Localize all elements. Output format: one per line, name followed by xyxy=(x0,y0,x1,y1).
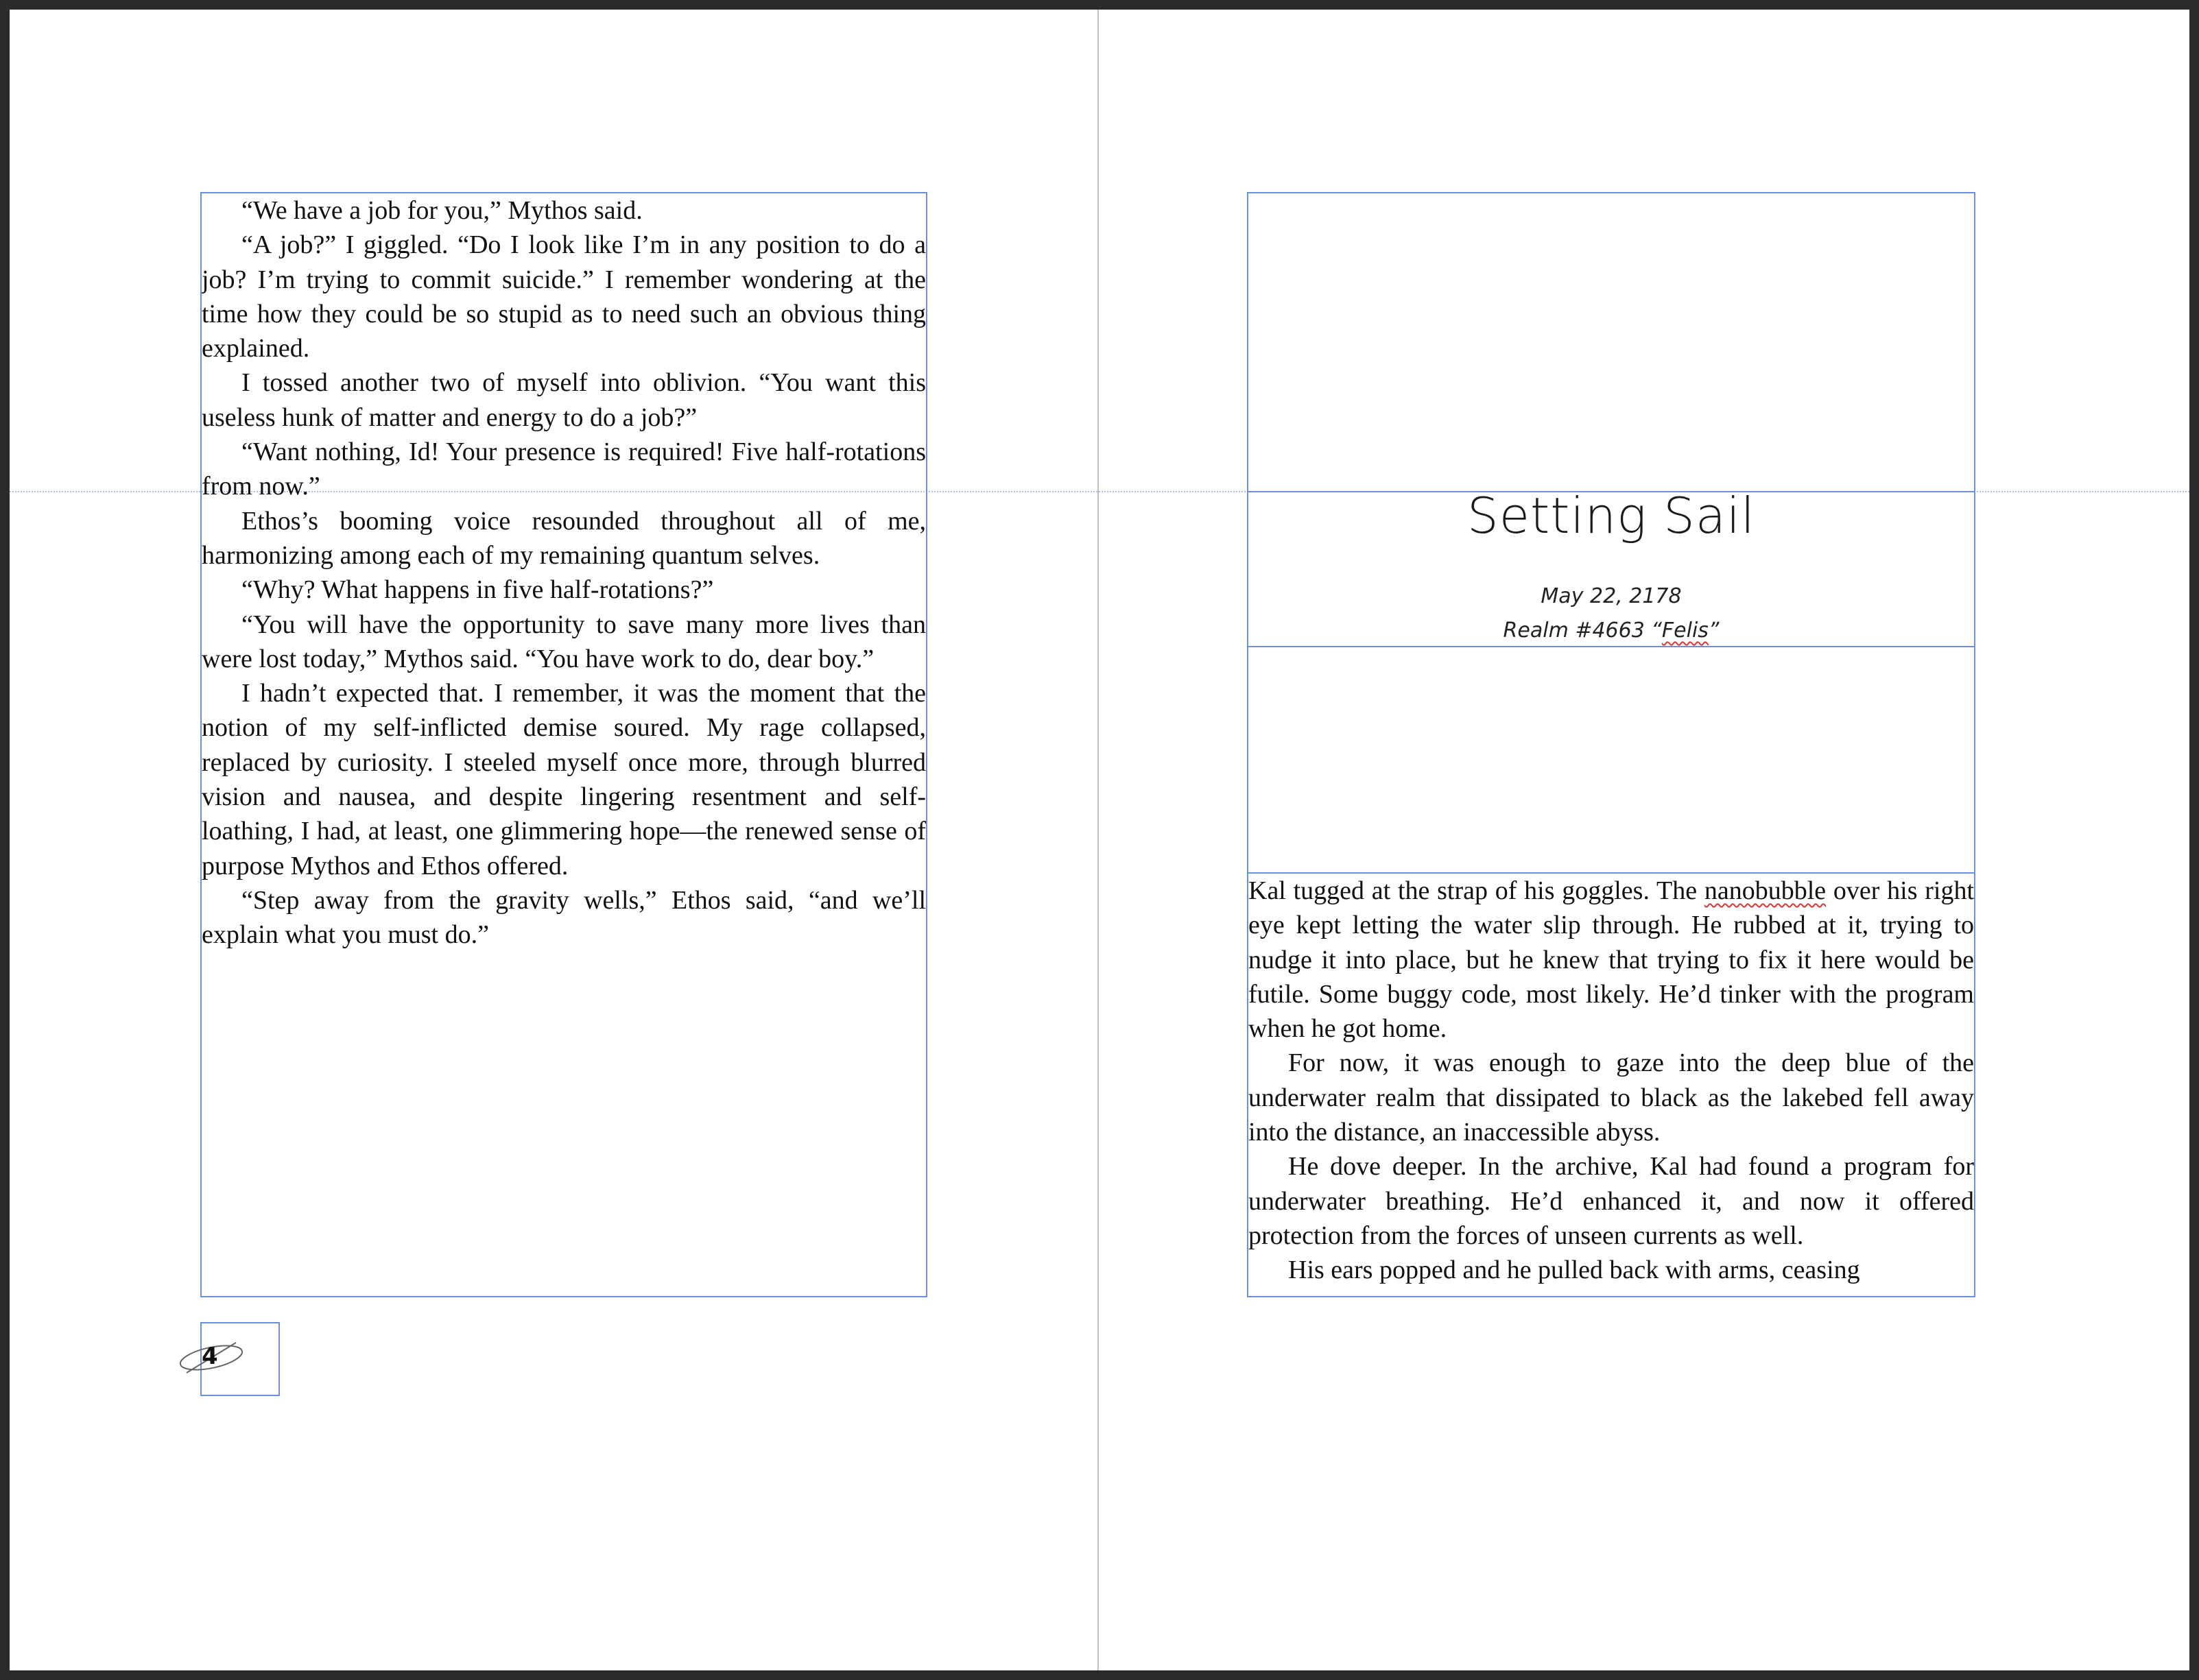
paragraph: “Why? What happens in five half-rotation… xyxy=(241,575,714,605)
document-canvas[interactable]: “We have a job for you,” Mythos said. “A… xyxy=(10,10,2189,1670)
paragraph: “You will have the opportunity to save m… xyxy=(202,610,926,673)
page-number: 4 xyxy=(202,1343,218,1370)
paragraph: His ears popped and he pulled back with … xyxy=(1288,1256,1860,1285)
page-number-frame[interactable]: 4 xyxy=(179,1322,280,1396)
paragraph-text: Kal tugged at the strap of his goggles. … xyxy=(1248,876,1704,905)
realm-suffix: ” xyxy=(1708,619,1720,643)
realm-name: Felis xyxy=(1661,619,1709,643)
right-text-frame[interactable]: Kal tugged at the strap of his goggles. … xyxy=(1247,872,1975,1297)
right-spacer-frame[interactable] xyxy=(1247,646,1975,874)
paragraph: “A job?” I giggled. “Do I look like I’m … xyxy=(202,230,926,363)
paragraph: Ethos’s booming voice resounded througho… xyxy=(202,506,926,570)
chapter-title: Setting Sail xyxy=(1466,487,1756,544)
paragraph: For now, it was enough to gaze into the … xyxy=(1248,1048,1974,1147)
right-top-frame[interactable] xyxy=(1247,192,1975,492)
paragraph: “Step away from the gravity wells,” Etho… xyxy=(202,885,926,950)
realm-prefix: Realm #4663 “ xyxy=(1503,619,1662,643)
paragraph: He dove deeper. In the archive, Kal had … xyxy=(1248,1152,1974,1250)
paragraph: I tossed another two of myself into obli… xyxy=(202,368,926,432)
chapter-heading-frame[interactable]: Setting Sail May 22, 2178 Realm #4663 “F… xyxy=(1247,487,1975,647)
spellcheck-flagged-word[interactable]: nanobubble xyxy=(1704,876,1826,905)
paragraph: “Want nothing, Id! Your presence is requ… xyxy=(202,437,926,501)
paragraph: Kal tugged at the strap of his goggles. … xyxy=(1248,874,1974,1046)
paragraph: I hadn’t expected that. I remember, it w… xyxy=(202,679,926,880)
paragraph: “We have a job for you,” Mythos said. xyxy=(241,196,643,225)
chapter-realm: Realm #4663 “Felis” xyxy=(1248,619,1974,643)
page-spread-spine xyxy=(1097,10,1099,1670)
left-text-frame[interactable]: “We have a job for you,” Mythos said. “A… xyxy=(200,192,927,1297)
chapter-date: May 22, 2178 xyxy=(1541,584,1682,608)
